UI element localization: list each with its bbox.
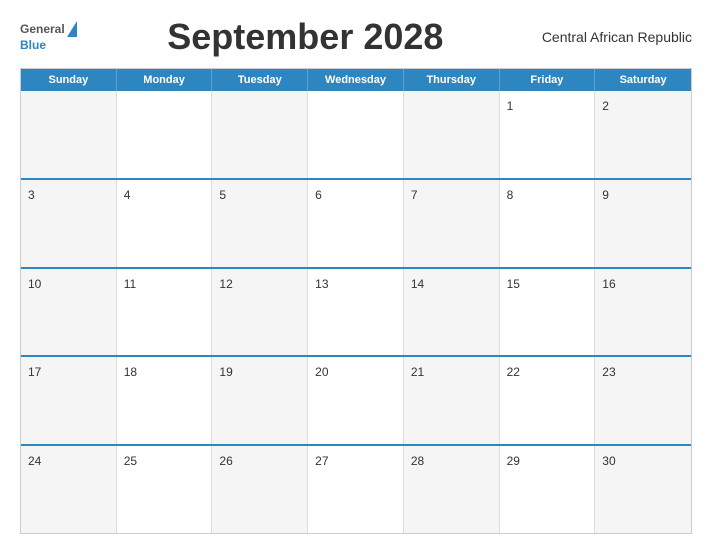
calendar-page: General Blue September 2028 Central Afri…: [0, 0, 712, 550]
day-number-1: 1: [507, 99, 514, 113]
header: General Blue September 2028 Central Afri…: [20, 16, 692, 58]
logo-blue-text: Blue: [20, 38, 46, 52]
day-cell-0-1: [117, 91, 213, 178]
day-number-22: 22: [507, 365, 520, 379]
day-cell-4-6: 30: [595, 446, 691, 533]
day-cell-2-0: 10: [21, 269, 117, 356]
calendar: Sunday Monday Tuesday Wednesday Thursday…: [20, 68, 692, 534]
day-number-14: 14: [411, 277, 424, 291]
day-cell-3-6: 23: [595, 357, 691, 444]
header-sunday: Sunday: [21, 69, 117, 91]
day-number-11: 11: [124, 277, 136, 291]
logo-general-text: General: [20, 23, 65, 35]
day-number-24: 24: [28, 454, 41, 468]
day-cell-2-5: 15: [500, 269, 596, 356]
day-cell-0-3: [308, 91, 404, 178]
header-thursday: Thursday: [404, 69, 500, 91]
day-cell-3-0: 17: [21, 357, 117, 444]
day-cell-1-3: 6: [308, 180, 404, 267]
month-title: September 2028: [79, 16, 532, 58]
day-cell-1-2: 5: [212, 180, 308, 267]
header-wednesday: Wednesday: [308, 69, 404, 91]
day-cell-2-3: 13: [308, 269, 404, 356]
day-cell-3-2: 19: [212, 357, 308, 444]
day-cell-3-5: 22: [500, 357, 596, 444]
day-number-21: 21: [411, 365, 424, 379]
day-cell-0-2: [212, 91, 308, 178]
week-row-4: 17 18 19 20 21 22 23: [21, 357, 691, 446]
day-cell-1-6: 9: [595, 180, 691, 267]
day-cell-2-2: 12: [212, 269, 308, 356]
day-cell-2-4: 14: [404, 269, 500, 356]
day-cell-2-1: 11: [117, 269, 213, 356]
day-number-28: 28: [411, 454, 424, 468]
day-cell-3-1: 18: [117, 357, 213, 444]
day-cell-4-5: 29: [500, 446, 596, 533]
header-friday: Friday: [500, 69, 596, 91]
day-number-13: 13: [315, 277, 328, 291]
day-cell-4-3: 27: [308, 446, 404, 533]
day-cell-1-5: 8: [500, 180, 596, 267]
day-cell-4-1: 25: [117, 446, 213, 533]
day-number-9: 9: [602, 188, 609, 202]
week-row-3: 10 11 12 13 14 15 16: [21, 269, 691, 358]
day-number-5: 5: [219, 188, 226, 202]
day-number-19: 19: [219, 365, 232, 379]
day-cell-4-0: 24: [21, 446, 117, 533]
day-cell-3-3: 20: [308, 357, 404, 444]
day-number-27: 27: [315, 454, 328, 468]
day-cell-2-6: 16: [595, 269, 691, 356]
day-number-29: 29: [507, 454, 520, 468]
day-number-10: 10: [28, 277, 41, 291]
day-number-30: 30: [602, 454, 615, 468]
day-number-12: 12: [219, 277, 232, 291]
day-cell-1-0: 3: [21, 180, 117, 267]
logo-triangle-icon: [67, 21, 77, 37]
day-cell-1-4: 7: [404, 180, 500, 267]
header-monday: Monday: [117, 69, 213, 91]
day-number-18: 18: [124, 365, 137, 379]
week-row-1: 12: [21, 91, 691, 180]
country-name: Central African Republic: [532, 29, 692, 45]
header-saturday: Saturday: [595, 69, 691, 91]
day-cell-0-6: 2: [595, 91, 691, 178]
day-number-17: 17: [28, 365, 41, 379]
week-row-2: 3 4 5 6 7 8 9: [21, 180, 691, 269]
logo: General Blue: [20, 21, 79, 53]
day-cell-0-0: [21, 91, 117, 178]
day-cell-3-4: 21: [404, 357, 500, 444]
day-cell-0-4: [404, 91, 500, 178]
day-number-7: 7: [411, 188, 418, 202]
day-number-4: 4: [124, 188, 131, 202]
header-tuesday: Tuesday: [212, 69, 308, 91]
day-number-2: 2: [602, 99, 609, 113]
day-number-16: 16: [602, 277, 615, 291]
calendar-body: 1234567891011121314151617181920212223242…: [21, 91, 691, 533]
day-number-26: 26: [219, 454, 232, 468]
day-number-20: 20: [315, 365, 328, 379]
day-cell-4-4: 28: [404, 446, 500, 533]
day-number-15: 15: [507, 277, 520, 291]
day-cell-4-2: 26: [212, 446, 308, 533]
day-cell-1-1: 4: [117, 180, 213, 267]
day-number-8: 8: [507, 188, 514, 202]
day-headers: Sunday Monday Tuesday Wednesday Thursday…: [21, 69, 691, 91]
day-number-6: 6: [315, 188, 322, 202]
day-number-23: 23: [602, 365, 615, 379]
day-cell-0-5: 1: [500, 91, 596, 178]
day-number-25: 25: [124, 454, 137, 468]
week-row-5: 24 25 26 27 28 29 30: [21, 446, 691, 533]
day-number-3: 3: [28, 188, 35, 202]
